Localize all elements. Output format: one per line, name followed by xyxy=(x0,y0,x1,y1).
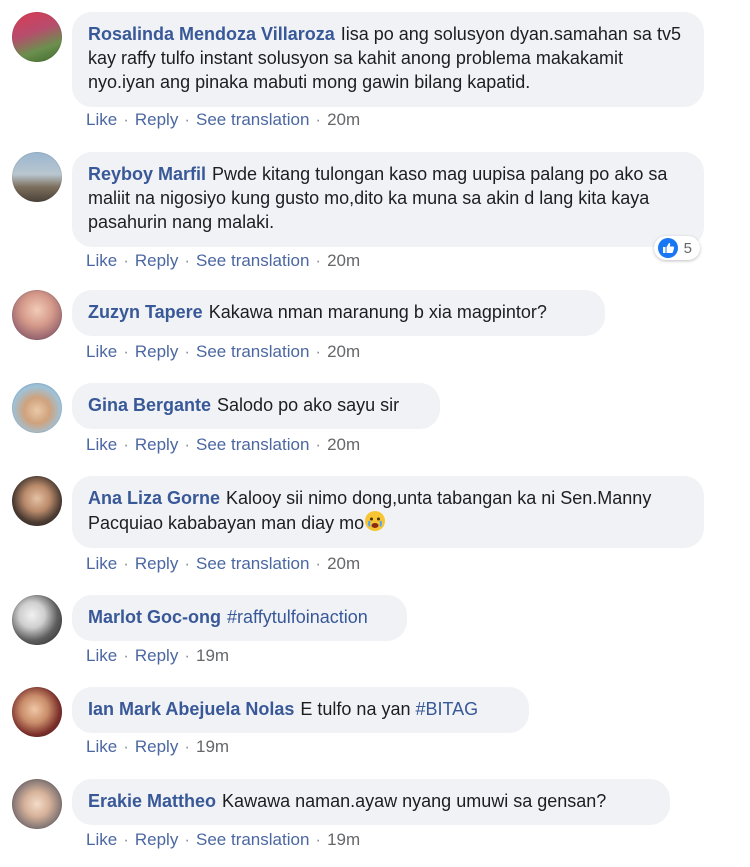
reply-button[interactable]: Reply xyxy=(135,251,178,271)
separator: · xyxy=(184,342,190,361)
like-button[interactable]: Like xyxy=(86,342,117,362)
separator: · xyxy=(315,554,322,573)
hashtag-link[interactable]: #BITAG xyxy=(416,699,479,719)
comment-text: E tulfo na yan xyxy=(300,699,411,719)
separator: · xyxy=(123,251,129,270)
comment-bubble: Reyboy Marfil Pwde kitang tulongan kaso m… xyxy=(72,152,704,247)
comment-bubble: Ana Liza Gorne Kalooy sii nimo dong,unta … xyxy=(72,476,704,548)
timestamp[interactable]: 20m xyxy=(327,435,360,455)
separator: · xyxy=(184,737,190,756)
comment-actions: Like · Reply · See translation · 19m xyxy=(86,830,360,850)
comment-actions: Like · Reply · 19m xyxy=(86,646,229,666)
like-button[interactable]: Like xyxy=(86,435,117,455)
separator: · xyxy=(315,435,322,454)
reply-button[interactable]: Reply xyxy=(135,435,178,455)
reply-button[interactable]: Reply xyxy=(135,342,178,362)
comment-actions: Like · Reply · 19m xyxy=(86,737,229,757)
comment-bubble: Zuzyn Tapere Kakawa nman maranung b xia m… xyxy=(72,290,605,336)
comment-author[interactable]: Ana Liza Gorne xyxy=(88,488,220,508)
avatar[interactable] xyxy=(12,779,62,829)
see-translation-button[interactable]: See translation xyxy=(196,554,309,574)
reply-button[interactable]: Reply xyxy=(135,646,178,666)
reaction-count: 5 xyxy=(683,239,692,257)
comment-author[interactable]: Reyboy Marfil xyxy=(88,164,206,184)
like-reaction-icon xyxy=(657,238,678,258)
comment-actions: Like · Reply · See translation · 20m xyxy=(86,554,360,574)
like-button[interactable]: Like xyxy=(86,110,117,130)
comment-actions: Like · Reply · See translation · 20m xyxy=(86,342,360,362)
separator: · xyxy=(123,435,129,454)
separator: · xyxy=(123,646,129,665)
comment-author[interactable]: Gina Bergante xyxy=(88,395,211,415)
comment-text: Salodo po ako sayu sir xyxy=(217,395,400,415)
comment-bubble: Gina Bergante Salodo po ako sayu sir xyxy=(72,383,440,429)
timestamp[interactable]: 19m xyxy=(196,737,229,757)
separator: · xyxy=(123,737,129,756)
separator: · xyxy=(184,646,190,665)
like-button[interactable]: Like xyxy=(86,737,117,757)
separator: · xyxy=(123,554,129,573)
separator: · xyxy=(184,435,190,454)
separator: · xyxy=(315,830,322,849)
avatar[interactable] xyxy=(12,595,62,645)
reply-button[interactable]: Reply xyxy=(135,110,178,130)
timestamp[interactable]: 20m xyxy=(327,554,360,574)
like-button[interactable]: Like xyxy=(86,251,117,271)
timestamp[interactable]: 20m xyxy=(327,110,360,130)
timestamp[interactable]: 19m xyxy=(196,646,229,666)
comment-author[interactable]: Marlot Goc-ong xyxy=(88,607,221,627)
see-translation-button[interactable]: See translation xyxy=(196,342,309,362)
separator: · xyxy=(315,110,322,129)
avatar[interactable] xyxy=(12,152,62,202)
reply-button[interactable]: Reply xyxy=(135,737,178,757)
hashtag-link[interactable]: #raffytulfoinaction xyxy=(227,607,368,627)
comment-author[interactable]: Rosalinda Mendoza Villaroza xyxy=(88,24,335,44)
comment-actions: Like · Reply · See translation · 20m xyxy=(86,251,360,271)
see-translation-button[interactable]: See translation xyxy=(196,830,309,850)
comment-bubble: Ian Mark Abejuela Nolas E tulfo na yan #B… xyxy=(72,687,529,733)
reply-button[interactable]: Reply xyxy=(135,554,178,574)
separator: · xyxy=(184,830,190,849)
comment-text: Kawawa naman.ayaw nyang umuwi sa gensan? xyxy=(222,791,607,811)
avatar[interactable] xyxy=(12,12,62,62)
reply-button[interactable]: Reply xyxy=(135,830,178,850)
reaction-badge[interactable]: 5 xyxy=(653,236,700,260)
avatar[interactable] xyxy=(12,290,62,340)
separator: · xyxy=(123,830,129,849)
like-button[interactable]: Like xyxy=(86,830,117,850)
comment-bubble: Rosalinda Mendoza Villaroza Iisa po ang s… xyxy=(72,12,704,107)
timestamp[interactable]: 20m xyxy=(327,251,360,271)
avatar[interactable] xyxy=(12,687,62,737)
see-translation-button[interactable]: See translation xyxy=(196,251,309,271)
separator: · xyxy=(123,110,129,129)
crying-face-icon xyxy=(364,510,386,538)
comment-author[interactable]: Ian Mark Abejuela Nolas xyxy=(88,699,294,719)
separator: · xyxy=(315,251,322,270)
comment-actions: Like · Reply · See translation · 20m xyxy=(86,435,360,455)
comment-actions: Like · Reply · See translation · 20m xyxy=(86,110,360,130)
like-button[interactable]: Like xyxy=(86,646,117,666)
comment-author[interactable]: Zuzyn Tapere xyxy=(88,302,203,322)
avatar[interactable] xyxy=(12,476,62,526)
like-button[interactable]: Like xyxy=(86,554,117,574)
comment-bubble: Marlot Goc-ong #raffytulfoinaction xyxy=(72,595,407,641)
separator: · xyxy=(184,251,190,270)
comment-bubble: Erakie Mattheo Kawawa naman.ayaw nyang um… xyxy=(72,779,670,825)
avatar[interactable] xyxy=(12,383,62,433)
separator: · xyxy=(184,554,190,573)
timestamp[interactable]: 20m xyxy=(327,342,360,362)
separator: · xyxy=(315,342,322,361)
separator: · xyxy=(184,110,190,129)
separator: · xyxy=(123,342,129,361)
timestamp[interactable]: 19m xyxy=(327,830,360,850)
comment-text: Kakawa nman maranung b xia magpintor? xyxy=(208,302,547,322)
comment-author[interactable]: Erakie Mattheo xyxy=(88,791,216,811)
see-translation-button[interactable]: See translation xyxy=(196,435,309,455)
see-translation-button[interactable]: See translation xyxy=(196,110,309,130)
